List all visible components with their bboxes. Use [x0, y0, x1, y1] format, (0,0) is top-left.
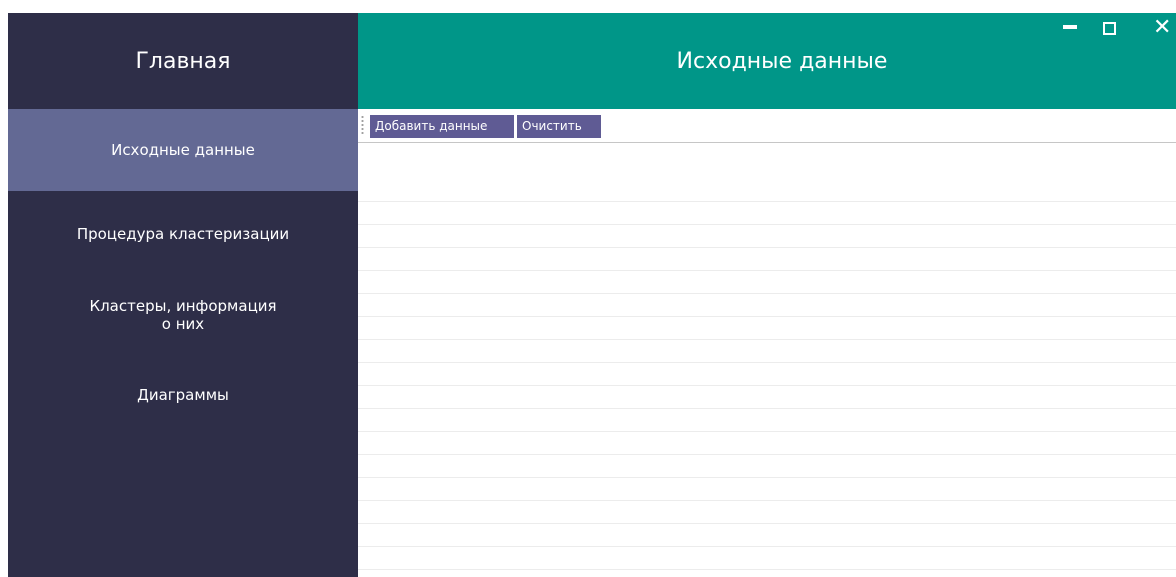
sidebar-item-clusters-info[interactable]: Кластеры, информация о них [8, 289, 358, 341]
main-header: Исходные данные ✕ [358, 13, 1176, 109]
grid-row-line [358, 500, 1176, 501]
sidebar-item-clustering-procedure[interactable]: Процедура кластеризации [8, 211, 358, 257]
grid-row-line [358, 201, 1176, 202]
grid-row-line [358, 385, 1176, 386]
grid-row-line [358, 523, 1176, 524]
grid-row-line [358, 454, 1176, 455]
maximize-icon[interactable] [1103, 22, 1116, 35]
grid-row-line [358, 247, 1176, 248]
grid-row-line [358, 224, 1176, 225]
clear-button[interactable]: Очистить [517, 115, 601, 138]
sidebar-item-diagrams[interactable]: Диаграммы [8, 375, 358, 415]
close-icon[interactable]: ✕ [1153, 17, 1171, 39]
grid-row-line [358, 431, 1176, 432]
sidebar-item-label: Исходные данные [111, 141, 255, 159]
sidebar-item-label: Диаграммы [137, 386, 229, 404]
grid-row-line [358, 293, 1176, 294]
grid-row-line [358, 477, 1176, 478]
page-title: Исходные данные [676, 48, 888, 74]
sidebar-title: Главная [135, 48, 231, 74]
grid-row-line [358, 408, 1176, 409]
sidebar-item-source-data[interactable]: Исходные данные [8, 109, 358, 191]
grid-row-line [358, 569, 1176, 570]
app-window: Главная Исходные данные Процедура класте… [8, 13, 1176, 577]
add-data-button[interactable]: Добавить данные [370, 115, 514, 138]
grid-row-line [358, 546, 1176, 547]
grid-row-line [358, 362, 1176, 363]
sidebar-item-label: Процедура кластеризации [76, 225, 290, 243]
sidebar-item-label: Кластеры, информация о них [89, 297, 277, 333]
sidebar: Главная Исходные данные Процедура класте… [8, 13, 358, 577]
grid-row-line [358, 339, 1176, 340]
data-grid[interactable] [358, 142, 1176, 577]
grid-row-line [358, 316, 1176, 317]
toolbar-grip-icon[interactable] [361, 115, 364, 135]
grid-row-line [358, 270, 1176, 271]
toolbar: Добавить данные Очистить [358, 109, 1176, 142]
minimize-icon[interactable] [1063, 25, 1077, 29]
